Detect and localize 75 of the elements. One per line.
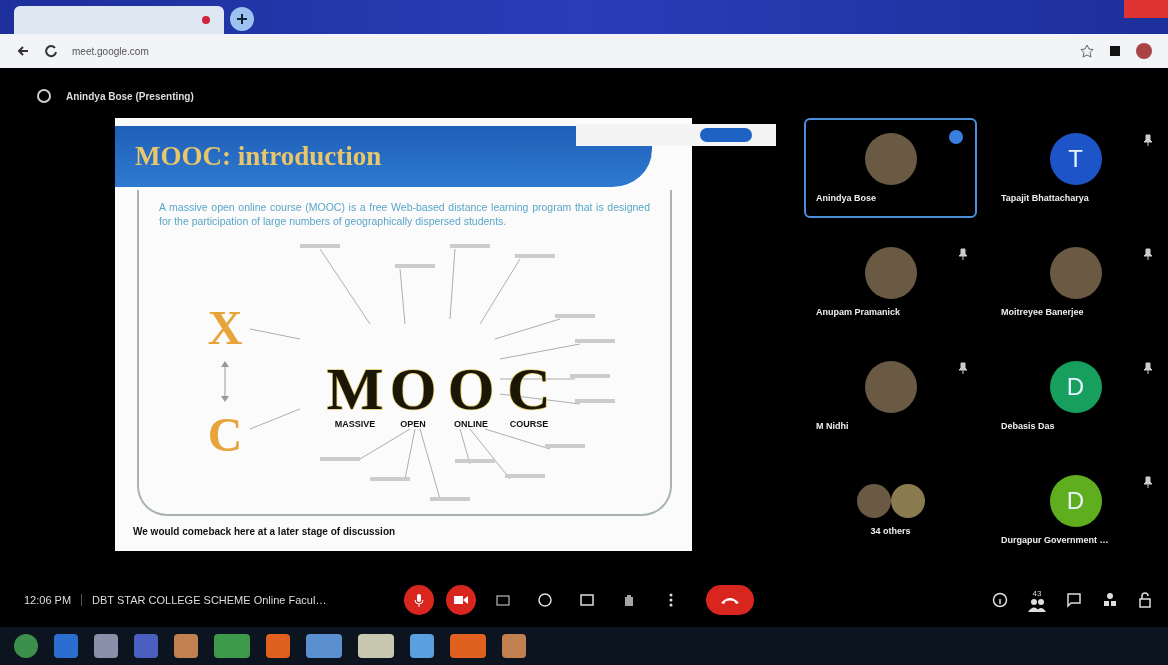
participant-name: Durgapur Government … [1000,535,1109,545]
info-icon[interactable] [992,592,1008,608]
participant-tile[interactable]: 34 others [804,460,977,560]
initial-avatar: D [1049,475,1102,527]
slide-title: MOOC: introduction [135,140,382,172]
participant-name: 34 others [870,526,911,536]
presenter-label: Anindya Bose (Presenting) [66,90,194,102]
camera-icon [454,595,468,605]
clock-time: 12:06 PM [24,594,72,606]
presentation-icon [36,88,52,104]
pin-icon[interactable] [1144,134,1152,146]
start-button[interactable] [14,634,38,658]
side-letter: C [207,408,242,461]
mooc-word: MASSIVE [334,419,375,429]
mooc-letter: M [326,356,383,422]
participant-name: Anindya Bose [815,193,876,203]
avatar-circle [1049,247,1102,299]
chat-icon[interactable] [1066,592,1082,608]
avatar-circle [864,247,917,299]
participant-name: Moitreyee Banerjee [1000,307,1084,317]
participant-name: Tapajit Bhattacharya [1000,193,1089,203]
participant-tile[interactable]: Anindya Bose [804,118,977,218]
microphone-icon [413,593,425,607]
participant-name: M Nidhi [815,421,849,431]
arrow-drawing [220,361,229,402]
reload-icon[interactable] [44,44,58,58]
star-icon[interactable] [1080,44,1094,58]
more-icon [669,593,673,607]
slide-paragraph: A massive open online course (MOOC) is a free Web-based distance learning program that is designed for the participation of large numbers of geographically dispersed students. [159,199,650,229]
side-letter: X [207,301,242,354]
avatar-circle [890,484,925,518]
people-icon[interactable] [1028,597,1046,612]
participant-tile[interactable]: Anupam Pramanick [804,232,977,332]
captions-icon [496,594,510,606]
extension-icon[interactable] [1108,44,1122,58]
avatar-circle [864,361,917,413]
avatar-circle [856,484,891,518]
new-tab-button[interactable] [230,7,254,31]
recording-dot-icon [202,16,210,24]
avatar-circle [864,133,917,185]
mooc-word: ONLINE [453,419,488,429]
participant-name: Anupam Pramanick [815,307,901,317]
pin-icon[interactable] [1144,362,1152,374]
slide-footer-text: We would comeback here at a later stage of discussion [132,526,397,539]
participant-name: Debasis Das [1000,421,1055,431]
plus-icon [236,13,248,25]
participant-tile[interactable]: Moitreyee Banerjee [989,232,1162,332]
profile-avatar[interactable] [1136,43,1152,59]
mooc-letter: C [506,356,551,422]
participant-tile[interactable]: D Debasis Das [989,346,1162,446]
end-call-button[interactable] [706,585,754,615]
lock-icon[interactable] [1138,592,1152,608]
mooc-letter: O [447,356,494,422]
stop-sharing-button[interactable] [700,128,752,142]
phone-icon [720,595,740,605]
pin-icon[interactable] [1144,248,1152,260]
microphone-button[interactable] [404,585,434,615]
activities-icon[interactable] [1102,592,1118,608]
mooc-word: OPEN [399,419,426,429]
camera-button[interactable] [446,585,476,615]
pin-icon[interactable] [959,362,967,374]
initial-avatar: T [1049,133,1102,185]
meeting-title: DBT STAR COLLEGE SCHEME Online Facul… [92,594,327,606]
present-screen-icon [580,594,594,606]
back-arrow-icon[interactable] [16,44,30,58]
initial-avatar: D [1049,361,1102,413]
mooc-letter: O [389,356,436,422]
participant-count: 43 [1032,588,1042,598]
participant-tile[interactable]: T Tapajit Bhattacharya [989,118,1162,218]
participant-tile[interactable]: D Durgapur Government … [989,460,1162,560]
participant-tile[interactable]: M Nidhi [804,346,977,446]
emoji-icon [538,593,552,607]
pin-icon[interactable] [959,248,967,260]
pin-icon[interactable] [1144,476,1152,488]
mooc-word: COURSE [509,419,548,429]
